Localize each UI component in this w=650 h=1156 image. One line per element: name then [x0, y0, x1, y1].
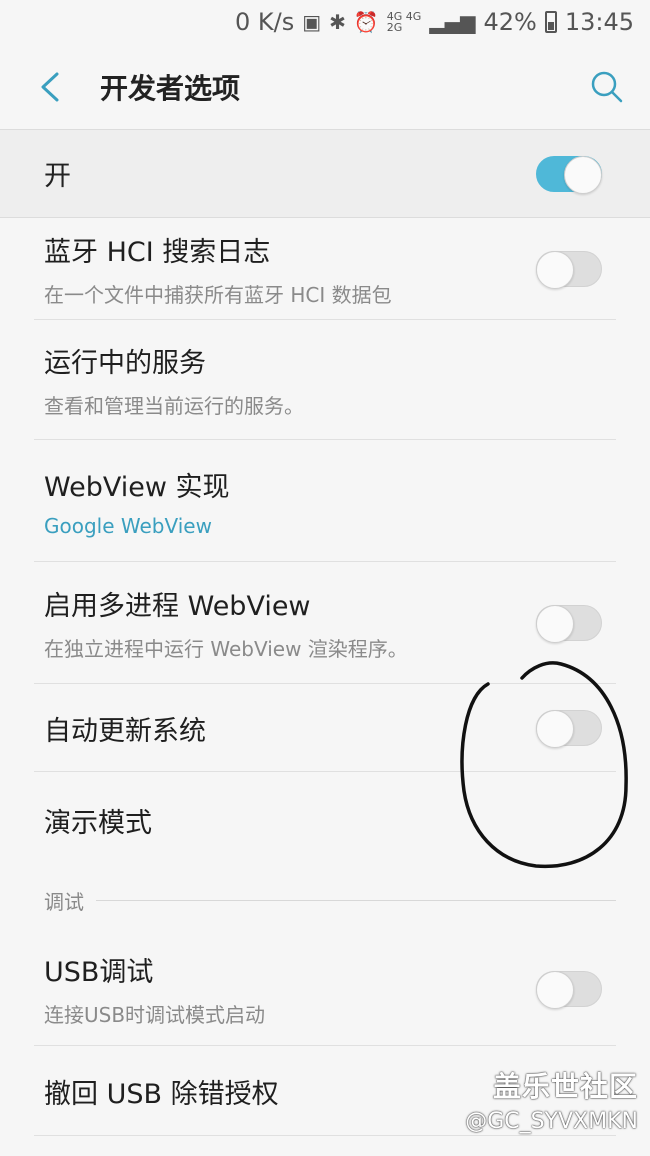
signal-icon: ▂▄▆ [429, 10, 476, 34]
item-title: USB调试 [44, 957, 154, 988]
network-type-bottom: 2G [386, 21, 403, 34]
watermark-handle: @GC_SYVXMKN [465, 1109, 638, 1134]
watermark-brand: 盖乐世社区 [492, 1070, 638, 1103]
sim-icon: ▣ [302, 10, 322, 34]
chevron-left-icon [41, 72, 59, 101]
item-title: 撤回 USB 除错授权 [44, 1078, 279, 1110]
list-item-auto-update-system[interactable]: 自动更新系统 [0, 684, 650, 772]
alarm-icon: ⏰ [353, 10, 379, 34]
item-title: 蓝牙 HCI 搜索日志 [44, 237, 271, 268]
item-summary: 在独立进程中运行 WebView 渲染程序。 [44, 637, 408, 661]
list-item-multiprocess-webview[interactable]: 启用多进程 WebView 在独立进程中运行 WebView 渲染程序。 [0, 562, 650, 684]
usb-debugging-toggle[interactable] [536, 971, 602, 1009]
bluetooth-hci-log-toggle[interactable] [536, 251, 602, 289]
battery-percent: 42% [483, 8, 537, 36]
item-summary: 查看和管理当前运行的服务。 [44, 394, 304, 418]
item-title: WebView 实现 [44, 471, 230, 503]
item-summary: 在一个文件中捕获所有蓝牙 HCI 数据包 [44, 283, 392, 307]
search-icon [591, 71, 623, 102]
section-header-debug: 调试 [0, 868, 650, 932]
section-divider [96, 899, 616, 901]
item-title: 演示模式 [44, 807, 152, 839]
settings-list: 蓝牙 HCI 搜索日志 在一个文件中捕获所有蓝牙 HCI 数据包 运行中的服务 … [0, 218, 650, 1136]
app-bar: 开发者选项 [0, 44, 650, 130]
item-title: 启用多进程 WebView [44, 591, 311, 622]
divider [34, 1135, 616, 1136]
toggle-knob [564, 155, 602, 194]
list-item-bluetooth-hci-log[interactable]: 蓝牙 HCI 搜索日志 在一个文件中捕获所有蓝牙 HCI 数据包 [0, 218, 650, 320]
watermark: 盖乐世社区 @GC_SYVXMKN [465, 1065, 638, 1134]
section-label: 调试 [44, 889, 84, 914]
list-item-running-services[interactable]: 运行中的服务 查看和管理当前运行的服务。 [0, 320, 650, 440]
status-bar: 0 K/s ▣ ✱ ⏰ 4G 4G 2G ▂▄▆ 42% 13:45 [0, 0, 650, 44]
master-toggle[interactable] [536, 155, 602, 194]
battery-icon [544, 11, 557, 33]
network-speed: 0 K/s [234, 8, 295, 36]
list-item-webview-implementation[interactable]: WebView 实现 Google WebView [0, 440, 650, 562]
page-title: 开发者选项 [100, 71, 241, 105]
toggle-knob [536, 605, 574, 643]
list-item-demo-mode[interactable]: 演示模式 [0, 772, 650, 868]
auto-update-system-toggle[interactable] [536, 710, 602, 748]
master-switch-row[interactable]: 开 [0, 130, 650, 218]
toggle-knob [536, 971, 574, 1009]
search-button[interactable] [564, 44, 650, 130]
item-summary: Google WebView [44, 513, 212, 538]
back-button[interactable] [0, 44, 100, 130]
master-switch-label: 开 [44, 161, 71, 192]
multiprocess-webview-toggle[interactable] [536, 605, 602, 643]
bluetooth-icon: ✱ [329, 10, 346, 34]
item-title: 运行中的服务 [44, 348, 206, 379]
item-summary: 连接USB时调试模式启动 [44, 1003, 266, 1027]
toggle-knob [536, 710, 574, 748]
network-type: 4G 4G 2G [387, 11, 422, 33]
toggle-knob [536, 251, 574, 289]
item-title: 自动更新系统 [44, 715, 206, 747]
list-item-usb-debugging[interactable]: USB调试 连接USB时调试模式启动 [0, 932, 650, 1046]
clock: 13:45 [564, 8, 634, 36]
